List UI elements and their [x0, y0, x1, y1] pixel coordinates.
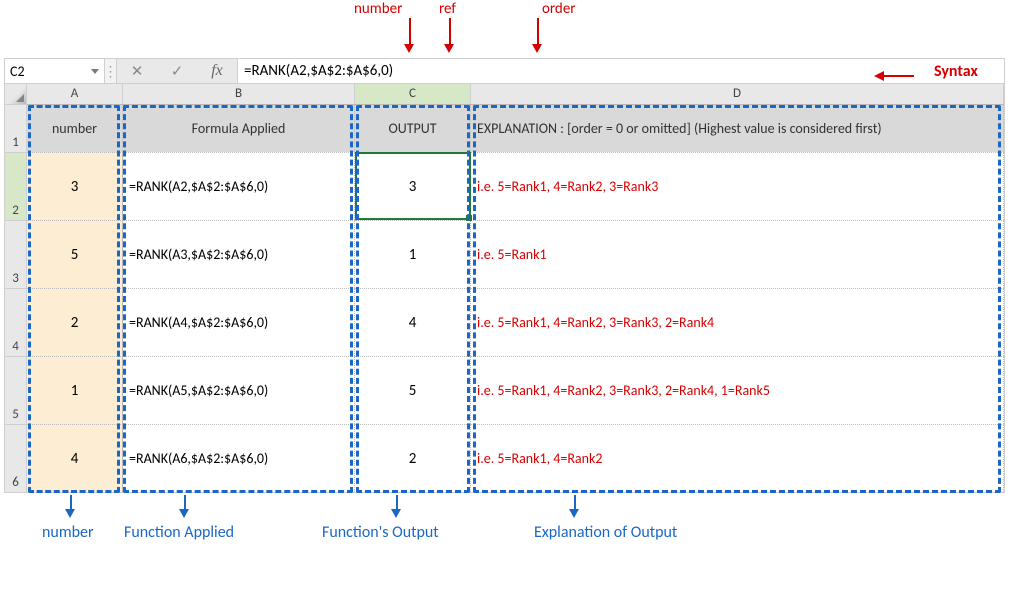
cell[interactable]: i.e. 5=Rank1 — [471, 220, 1004, 288]
caret-down-icon — [91, 69, 99, 74]
cell[interactable]: i.e. 5=Rank1, 4=Rank2, 3=Rank3, 2=Rank4 — [471, 288, 1004, 356]
cell[interactable]: 2 — [355, 424, 471, 492]
arrow-left-icon — [874, 71, 884, 81]
col-header-A[interactable]: A — [27, 84, 123, 104]
bottom-annotations: number Function Applied Function's Outpu… — [4, 493, 1005, 549]
header-cell[interactable]: number — [27, 104, 123, 152]
arrow-down-icon — [65, 509, 75, 518]
cell[interactable]: 1 — [355, 220, 471, 288]
cell[interactable]: i.e. 5=Rank1, 4=Rank2, 3=Rank3, 2=Rank4,… — [471, 356, 1004, 424]
cell[interactable]: =RANK(A4,$A$2:$A$6,0) — [123, 288, 355, 356]
cell[interactable]: 5 — [27, 220, 123, 288]
row-header[interactable]: 4 — [5, 288, 27, 356]
table-row: 2 3 =RANK(A2,$A$2:$A$6,0) 3 i.e. 5=Rank1… — [5, 152, 1004, 220]
cell[interactable]: 4 — [27, 424, 123, 492]
header-row: 1 number Formula Applied OUTPUT EXPLANAT… — [5, 104, 1004, 152]
enter-button[interactable]: ✓ — [157, 62, 197, 81]
cell[interactable]: i.e. 5=Rank1, 4=Rank2 — [471, 424, 1004, 492]
name-box[interactable]: C2 — [5, 59, 105, 83]
cancel-button[interactable]: ✕ — [117, 62, 157, 81]
cell[interactable]: 2 — [27, 288, 123, 356]
arrow-down-icon — [532, 44, 542, 53]
annot-bottom-function: Function Applied — [124, 523, 234, 542]
cell[interactable]: =RANK(A3,$A$2:$A$6,0) — [123, 220, 355, 288]
table-row: 5 1 =RANK(A5,$A$2:$A$6,0) 5 i.e. 5=Rank1… — [5, 356, 1004, 424]
formula-bar: C2 ⋮ ✕ ✓ fx =RANK(A2,$A$2:$A$6,0) — [4, 58, 1005, 84]
cell[interactable]: 5 — [355, 356, 471, 424]
table-row: 6 4 =RANK(A6,$A$2:$A$6,0) 2 i.e. 5=Rank1… — [5, 424, 1004, 492]
row-header[interactable]: 2 — [5, 152, 27, 220]
col-header-C[interactable]: C — [355, 84, 471, 104]
arrow-line-icon — [409, 18, 411, 46]
table-row: 3 5 =RANK(A3,$A$2:$A$6,0) 1 i.e. 5=Rank1 — [5, 220, 1004, 288]
header-cell[interactable]: Formula Applied — [123, 104, 355, 152]
cell[interactable]: 3 — [27, 152, 123, 220]
header-cell[interactable]: EXPLANATION : [order = 0 or omitted] (Hi… — [471, 104, 1004, 152]
cell[interactable]: 4 — [355, 288, 471, 356]
cell[interactable]: =RANK(A2,$A$2:$A$6,0) — [123, 152, 355, 220]
arrow-down-icon — [404, 44, 414, 53]
cell[interactable]: =RANK(A6,$A$2:$A$6,0) — [123, 424, 355, 492]
spreadsheet-grid: 1 number Formula Applied OUTPUT EXPLANAT… — [4, 104, 1005, 493]
syntax-label: Syntax — [934, 62, 978, 81]
cell[interactable]: 1 — [27, 356, 123, 424]
cell[interactable]: i.e. 5=Rank1, 4=Rank2, 3=Rank3 — [471, 152, 1004, 220]
column-header-row: A B C D — [4, 84, 1005, 104]
row-header[interactable]: 3 — [5, 220, 27, 288]
arrow-down-icon — [569, 509, 579, 518]
fx-button[interactable]: fx — [197, 62, 237, 80]
drag-handle-icon[interactable]: ⋮ — [105, 59, 117, 83]
row-header[interactable]: 6 — [5, 424, 27, 492]
arrow-line-icon — [537, 18, 539, 46]
annot-ref: ref — [439, 0, 456, 18]
annot-number: number — [354, 0, 402, 18]
arrow-down-icon — [391, 509, 401, 518]
annot-order: order — [542, 0, 576, 18]
annot-bottom-number: number — [42, 523, 94, 542]
top-annotations: number ref order — [4, 0, 1005, 58]
cell[interactable]: 3 — [355, 152, 471, 220]
arrow-down-icon — [444, 44, 454, 53]
name-box-value: C2 — [10, 63, 25, 80]
formula-input[interactable]: =RANK(A2,$A$2:$A$6,0) — [238, 59, 1004, 83]
annot-bottom-output: Function's Output — [322, 523, 439, 542]
col-header-B[interactable]: B — [123, 84, 355, 104]
row-header[interactable]: 5 — [5, 356, 27, 424]
arrow-line-icon — [449, 18, 451, 46]
header-cell[interactable]: OUTPUT — [355, 104, 471, 152]
select-all-button[interactable] — [5, 84, 27, 104]
arrow-line-icon — [884, 75, 914, 77]
col-header-D[interactable]: D — [471, 84, 1004, 104]
formula-buttons: ✕ ✓ fx — [117, 59, 238, 83]
annot-bottom-explain: Explanation of Output — [534, 523, 677, 542]
cell[interactable]: =RANK(A5,$A$2:$A$6,0) — [123, 356, 355, 424]
table-row: 4 2 =RANK(A4,$A$2:$A$6,0) 4 i.e. 5=Rank1… — [5, 288, 1004, 356]
arrow-down-icon — [179, 509, 189, 518]
row-header[interactable]: 1 — [5, 104, 27, 152]
